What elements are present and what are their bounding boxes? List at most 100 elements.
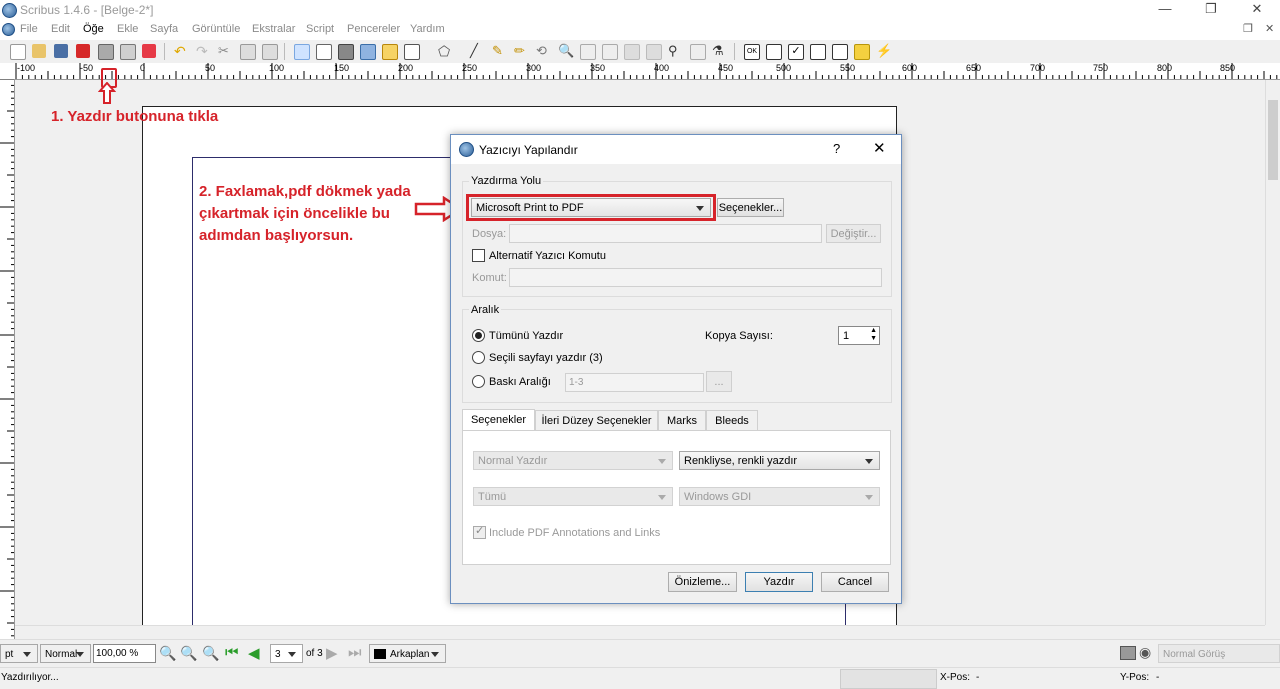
paste-icon[interactable] bbox=[262, 44, 278, 60]
select-arrow-icon[interactable] bbox=[294, 44, 310, 60]
copy-properties-icon[interactable] bbox=[690, 44, 706, 60]
unlink-frames-icon[interactable] bbox=[646, 44, 662, 60]
stepper-down-icon[interactable]: ▼ bbox=[870, 335, 877, 343]
restore-doc-icon[interactable]: ❐ bbox=[1243, 22, 1253, 35]
copies-stepper[interactable]: 1 ▲ ▼ bbox=[838, 326, 880, 345]
previous-page-icon[interactable]: ◀ bbox=[248, 644, 260, 662]
link-frames-icon[interactable] bbox=[624, 44, 640, 60]
separation-select[interactable]: Tümü bbox=[473, 487, 673, 506]
alt-command-checkbox[interactable] bbox=[472, 249, 485, 262]
tab-advanced-options[interactable]: İleri Düzey Seçenekler bbox=[535, 410, 658, 430]
pdf-listbox-icon[interactable] bbox=[832, 44, 848, 60]
shape-icon[interactable] bbox=[404, 44, 420, 60]
print-range-input[interactable]: 1-3 bbox=[565, 373, 704, 392]
image-frame-icon[interactable] bbox=[338, 44, 354, 60]
vertical-scroll-thumb[interactable] bbox=[1268, 100, 1278, 180]
file-label: Dosya: bbox=[472, 228, 507, 240]
zoom-in-icon[interactable]: 🔍 bbox=[202, 645, 219, 662]
preview-quality-select[interactable]: Normal bbox=[40, 644, 91, 663]
command-input[interactable] bbox=[509, 268, 882, 287]
open-folder-icon[interactable] bbox=[32, 44, 46, 58]
close-window-icon[interactable]: ✕ bbox=[1234, 0, 1280, 20]
line-icon[interactable]: ╱ bbox=[470, 44, 484, 58]
eyedropper-icon[interactable]: ⚗ bbox=[712, 44, 726, 58]
copy-icon[interactable] bbox=[240, 44, 256, 60]
render-frame-icon[interactable] bbox=[360, 44, 376, 60]
menu-windows[interactable]: Pencereler bbox=[347, 23, 400, 35]
preview-mode-icon[interactable] bbox=[1120, 646, 1136, 660]
print-all-radio[interactable] bbox=[472, 329, 485, 342]
menu-view[interactable]: Görüntüle bbox=[192, 23, 240, 35]
printer-options-button[interactable]: Seçenekler... bbox=[717, 198, 784, 217]
zoom-icon[interactable]: 🔍 bbox=[558, 44, 574, 58]
help-button[interactable]: ? bbox=[833, 141, 840, 156]
minimize-icon[interactable]: — bbox=[1142, 0, 1188, 20]
menu-insert[interactable]: Ekle bbox=[117, 23, 138, 35]
document-icon bbox=[2, 23, 15, 36]
stepper-up-icon[interactable]: ▲ bbox=[870, 327, 877, 335]
edit-text-icon[interactable] bbox=[602, 44, 618, 60]
zoom-100-icon[interactable]: 🔍 bbox=[180, 645, 197, 662]
menu-edit[interactable]: Edit bbox=[51, 23, 70, 35]
next-page-icon[interactable]: ▶ bbox=[326, 644, 338, 662]
horizontal-scrollbar[interactable] bbox=[15, 625, 1265, 640]
freehand-icon[interactable]: ✏ bbox=[514, 44, 528, 58]
print-mode-select[interactable]: Normal Yazdır bbox=[473, 451, 673, 470]
tab-marks[interactable]: Marks bbox=[658, 410, 706, 430]
print-icon[interactable] bbox=[98, 44, 114, 60]
bezier-icon[interactable]: ✎ bbox=[492, 44, 506, 58]
page-select[interactable]: 3 bbox=[270, 644, 303, 663]
menu-page[interactable]: Sayfa bbox=[150, 23, 178, 35]
print-range-radio[interactable] bbox=[472, 375, 485, 388]
range-picker-button[interactable]: ... bbox=[706, 371, 732, 392]
restore-icon[interactable]: ❐ bbox=[1188, 0, 1234, 20]
redo-icon[interactable]: ↷ bbox=[196, 44, 210, 58]
preview-button[interactable]: Önizleme... bbox=[668, 572, 737, 592]
layer-select[interactable]: Arkaplan bbox=[369, 644, 446, 663]
pdf-textfield-icon[interactable] bbox=[766, 44, 782, 60]
text-frame-icon[interactable] bbox=[316, 44, 332, 60]
new-document-icon[interactable] bbox=[10, 44, 26, 60]
table-icon[interactable] bbox=[382, 44, 398, 60]
file-input[interactable] bbox=[509, 224, 822, 243]
close-document-icon[interactable] bbox=[76, 44, 90, 58]
pdf-annotation-icon[interactable] bbox=[854, 44, 870, 60]
driver-select[interactable]: Windows GDI bbox=[679, 487, 880, 506]
polygon-icon[interactable]: ⬠ bbox=[438, 44, 452, 58]
print-current-radio[interactable] bbox=[472, 351, 485, 364]
undo-icon[interactable]: ↶ bbox=[174, 44, 188, 58]
pdf-combobox-icon[interactable] bbox=[810, 44, 826, 60]
menu-script[interactable]: Script bbox=[306, 23, 334, 35]
close-dialog-icon[interactable]: ✕ bbox=[873, 139, 886, 157]
preflight-icon[interactable] bbox=[120, 44, 136, 60]
change-file-button[interactable]: Değiştir... bbox=[826, 224, 881, 243]
menu-file[interactable]: File bbox=[20, 23, 38, 35]
menu-extras[interactable]: Ekstralar bbox=[252, 23, 295, 35]
zoom-input[interactable]: 100,00 % bbox=[93, 644, 156, 663]
visibility-icon[interactable]: ◉ bbox=[1139, 644, 1151, 661]
view-mode-select[interactable]: Normal Görüş bbox=[1158, 644, 1280, 663]
color-mode-select[interactable]: Renkliyse, renkli yazdır bbox=[679, 451, 880, 470]
zoom-out-icon[interactable]: 🔍 bbox=[159, 645, 176, 662]
first-page-icon[interactable]: ⏮ bbox=[225, 644, 239, 661]
tab-options[interactable]: Seçenekler bbox=[462, 409, 535, 431]
print-button[interactable]: Yazdır bbox=[745, 572, 813, 592]
pdf-checkbox-icon[interactable]: ✓ bbox=[788, 44, 804, 60]
pdf-link-icon[interactable]: ⚡ bbox=[876, 44, 892, 58]
rotate-icon[interactable]: ⟲ bbox=[536, 44, 550, 58]
edit-content-icon[interactable] bbox=[580, 44, 596, 60]
measure-icon[interactable]: ⚲ bbox=[668, 44, 682, 58]
save-icon[interactable] bbox=[54, 44, 68, 58]
cut-icon[interactable]: ✂ bbox=[218, 44, 232, 58]
last-page-icon[interactable]: ⏭ bbox=[348, 644, 362, 661]
cancel-button[interactable]: Cancel bbox=[821, 572, 889, 592]
pdf-button-icon[interactable]: OK bbox=[744, 44, 760, 60]
unit-select[interactable]: pt bbox=[0, 644, 38, 663]
menu-item[interactable]: Öğe bbox=[83, 23, 104, 35]
menu-help[interactable]: Yardım bbox=[410, 23, 445, 35]
pdf-annotations-checkbox[interactable] bbox=[473, 524, 486, 539]
vertical-scrollbar[interactable] bbox=[1265, 80, 1280, 625]
close-doc-icon[interactable]: ✕ bbox=[1265, 22, 1274, 35]
tab-bleeds[interactable]: Bleeds bbox=[706, 410, 758, 430]
export-pdf-icon[interactable] bbox=[142, 44, 156, 58]
